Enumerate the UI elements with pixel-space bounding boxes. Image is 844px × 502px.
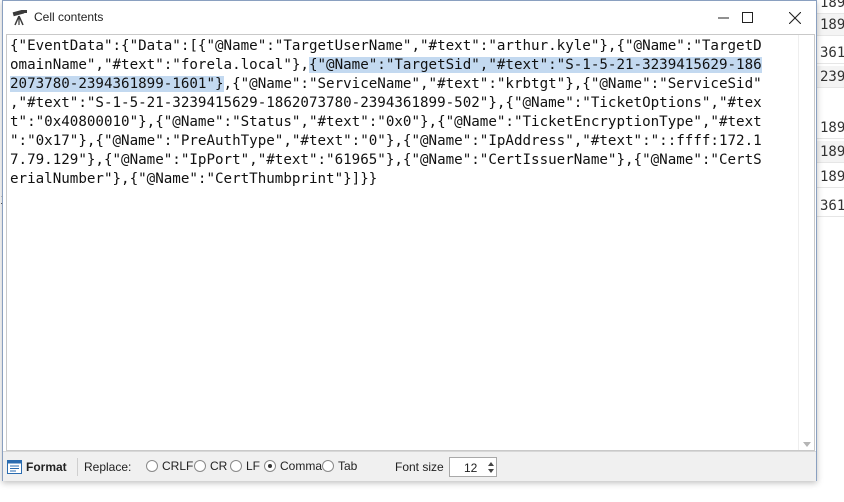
radio-label: CRLF [162,459,194,473]
status-bar: Format Replace: CRLF CR LF Comma Tab Fon… [3,451,816,481]
replace-label: Replace: [84,460,132,474]
content-line: t":"0x40800010"},{"@Name":"Status","#tex… [10,114,762,130]
background-cell: 189 [817,14,844,36]
content-line: {"EventData":{"Data":[{"@Name":"TargetUs… [10,38,762,54]
separator [77,458,78,476]
font-size-label: Font size [395,460,444,474]
radio-label: CR [210,459,228,473]
content-line: ":"0x17"},{"@Name":"PreAuthType","#text"… [10,133,762,149]
background-cell: 189 [817,166,844,188]
radio-selected-icon [264,460,276,472]
background-cell: 189 [817,0,844,14]
content-line: omainName","#text":"forela.local"}, [10,57,309,73]
radio-cr[interactable]: CR [194,459,227,473]
maximize-icon [741,12,753,23]
background-grid-column: 189 189 361 239 189 189 189 361 [817,0,844,502]
radio-label: LF [246,459,261,473]
radio-circle-icon [146,460,158,472]
selected-text: 2073780-2394361899-1601"} [10,76,224,92]
close-icon [789,11,801,24]
selected-text: {"@Name":"TargetSid","#text":"S-1-5-21-3… [308,57,762,73]
format-icon [7,460,22,474]
telescope-icon [12,10,27,26]
cell-content-editor[interactable]: {"EventData":{"Data":[{"@Name":"TargetUs… [6,34,815,451]
scroll-down-arrow-icon[interactable] [803,442,811,447]
title-bar[interactable]: Cell contents [3,1,816,34]
radio-circle-icon [230,460,242,472]
format-label: Format [26,460,67,474]
radio-crlf[interactable]: CRLF [146,459,193,473]
radio-circle-icon [322,460,334,472]
radio-tab[interactable]: Tab [322,459,357,473]
content-line: ,{"@Name":"ServiceName","#text":"krbtgt"… [223,76,762,92]
spin-down-icon[interactable] [488,469,494,473]
format-button[interactable]: Format [7,457,67,477]
background-cell: 361 [817,42,844,64]
cell-contents-dialog: Cell contents {"EventData":{"Data":[{"@N… [2,0,817,481]
font-size-value[interactable]: 12 [464,461,477,475]
cell-content-text[interactable]: {"EventData":{"Data":[{"@Name":"TargetUs… [10,37,800,449]
radio-label: Comma [280,459,323,473]
radio-circle-icon [194,460,206,472]
vertical-scrollbar[interactable] [798,35,814,450]
background-cell: 189 [817,117,844,139]
content-line: 7.79.129"},{"@Name":"IpPort","#text":"61… [10,152,762,168]
dialog-title: Cell contents [34,10,104,24]
content-line: ,"#text":"S-1-5-21-3239415629-1862073780… [10,95,762,111]
spin-up-icon[interactable] [488,462,494,466]
close-button[interactable] [772,1,818,34]
font-size-stepper[interactable]: 12 [449,457,497,477]
radio-comma[interactable]: Comma [264,459,322,473]
content-line: erialNumber"},{"@Name":"CertThumbprint"}… [10,171,378,187]
background-cell: 361 [817,195,844,217]
radio-label: Tab [338,459,358,473]
radio-lf[interactable]: LF [230,459,260,473]
background-cell: 189 [817,141,844,163]
background-cell: 239 [817,66,844,88]
maximize-button[interactable] [724,1,770,34]
